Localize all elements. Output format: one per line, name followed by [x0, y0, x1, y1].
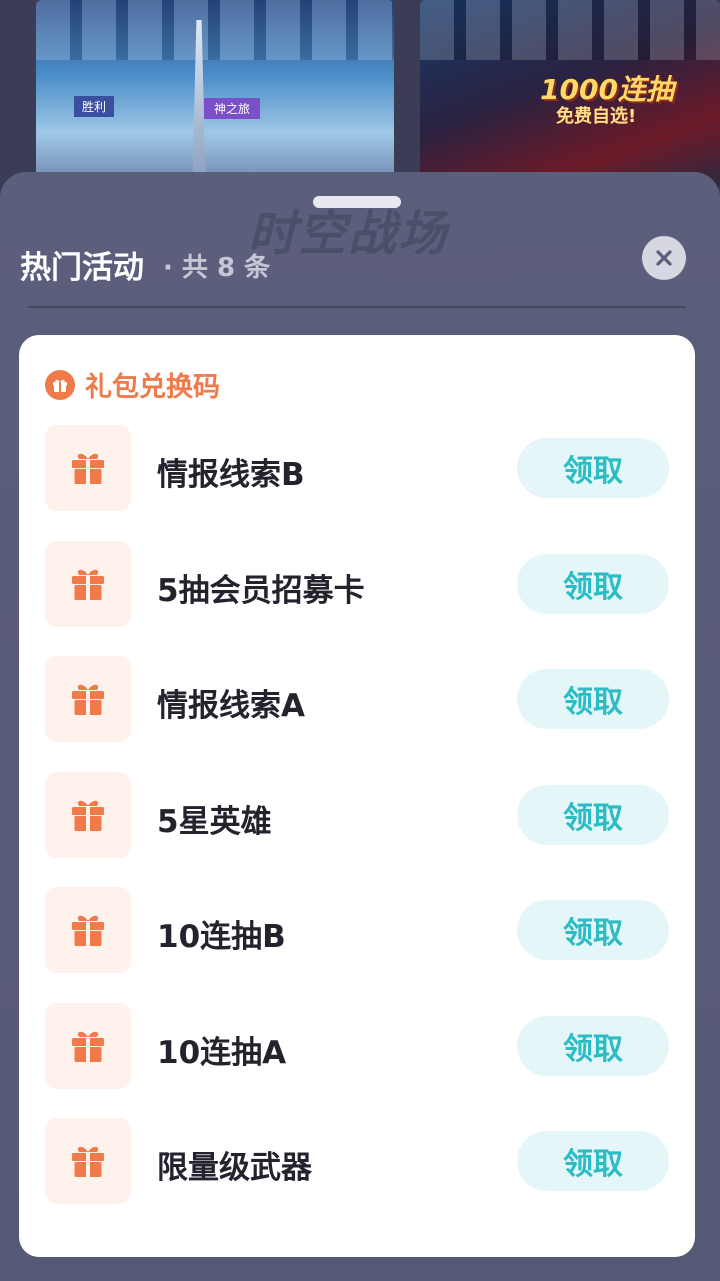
claim-button[interactable]: 领取 [517, 1131, 669, 1191]
gift-thumbnail [45, 771, 131, 858]
background-banners: 胜利 神之旅 1000连抽 免费自选! [0, 0, 720, 200]
gift-list-item: 情报线索A 领取 [45, 656, 669, 742]
gift-name: 情报线索B [157, 457, 305, 493]
gift-name: 10连抽A [157, 1034, 287, 1071]
claim-button[interactable]: 领取 [517, 1015, 669, 1076]
banner-tag-secondary: 神之旅 [204, 98, 261, 119]
claim-button[interactable]: 领取 [517, 900, 669, 960]
gift-icon [72, 1146, 104, 1177]
gift-code-card: 礼包兑换码 情报线索B 领取 5抽会员招募卡 领取 情报线索A 领取 5星英雄 … [19, 335, 695, 1257]
gift-name: 情报线索A [157, 688, 305, 724]
card-header-label: 礼包兑换码 [85, 372, 220, 403]
gift-name: 10连抽B [157, 919, 286, 955]
claim-button[interactable]: 领取 [517, 669, 669, 729]
gift-name: 限量级武器 [157, 1150, 312, 1186]
sheet-item-count: · 共 8 条 [163, 253, 271, 283]
banner-right-image[interactable]: 1000连抽 免费自选! [420, 0, 720, 190]
drag-handle[interactable] [313, 196, 401, 208]
gift-list-item: 限量级武器 领取 [45, 1118, 669, 1204]
sheet-title: 热门活动 [20, 250, 144, 286]
gift-list-item: 5星英雄 领取 [45, 771, 669, 858]
gift-icon [72, 915, 104, 946]
claim-button[interactable]: 领取 [517, 438, 669, 498]
banner-left-image[interactable]: 胜利 神之旅 [36, 0, 394, 190]
banner-promo-subtitle: 免费自选! [556, 106, 637, 127]
gift-badge-icon [45, 369, 75, 400]
gift-name: 5抽会员招募卡 [157, 572, 365, 609]
card-header: 礼包兑换码 [45, 365, 220, 404]
gift-name: 5星英雄 [157, 803, 272, 840]
banner-icon-strip [36, 0, 394, 60]
gift-thumbnail [45, 1118, 131, 1204]
gift-icon [72, 569, 104, 600]
gift-icon [72, 684, 104, 715]
gift-thumbnail [45, 887, 131, 973]
gift-thumbnail [45, 540, 131, 627]
claim-button[interactable]: 领取 [517, 784, 669, 845]
gift-icon [72, 1031, 104, 1062]
sheet-divider [28, 306, 686, 308]
banner-tag: 胜利 [74, 96, 115, 117]
gift-list-item: 10连抽A 领取 [45, 1002, 669, 1089]
close-icon [656, 250, 672, 266]
activity-bottom-sheet: 时空战场 热门活动 · 共 8 条 礼包兑换码 情报线索B 领取 5抽会员招募卡… [0, 172, 720, 1281]
gift-list-item: 10连抽B 领取 [45, 887, 669, 973]
gift-icon [72, 453, 104, 484]
gift-thumbnail [45, 425, 131, 511]
close-button[interactable] [642, 236, 686, 280]
claim-button[interactable]: 领取 [517, 553, 669, 614]
gift-list-item: 情报线索B 领取 [45, 425, 669, 511]
gift-list-item: 5抽会员招募卡 领取 [45, 540, 669, 627]
banner-icon-strip [420, 0, 720, 60]
gift-icon [72, 800, 104, 831]
gift-thumbnail [45, 1002, 131, 1089]
gift-thumbnail [45, 656, 131, 742]
